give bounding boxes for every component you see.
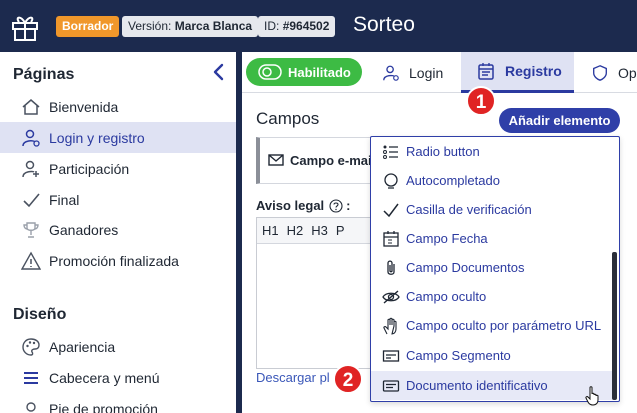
version-badge: Versión: Marca Blanca: [122, 16, 259, 37]
tab-label: Registro: [505, 63, 562, 79]
sidebar-item-cabecera-y-menu[interactable]: Cabecera y menú: [0, 362, 236, 393]
enabled-label: Habilitado: [288, 64, 351, 80]
status-badge: Borrador: [56, 16, 120, 37]
sidebar-item-label: Login y registro: [49, 129, 145, 146]
envelope-icon: [268, 154, 284, 166]
paperclip-icon: [387, 259, 395, 275]
gift-icon[interactable]: [10, 12, 40, 42]
footer-icon: [26, 401, 36, 412]
sidebar-item-apariencia[interactable]: Apariencia: [0, 331, 236, 362]
sidebar-item-final[interactable]: Final: [0, 184, 236, 215]
add-element-dropdown: Radio button Autocompletado Casilla de v…: [370, 136, 620, 402]
dropdown-item-radio-button[interactable]: Radio button: [371, 137, 615, 166]
warning-icon: [21, 251, 41, 270]
dropdown-item-campo-documentos[interactable]: Campo Documentos: [371, 253, 615, 282]
email-field-card[interactable]: Campo e-mai: [256, 137, 386, 184]
callout-marker-1: 1: [466, 86, 496, 116]
eye-off-icon: [382, 289, 400, 304]
enabled-toggle[interactable]: Habilitado: [246, 58, 362, 86]
sidebar-item-label: Pie de promoción: [49, 400, 158, 413]
hand-icon: [383, 317, 397, 335]
user-login-icon: [383, 65, 399, 81]
paragraph-button[interactable]: P: [336, 223, 345, 238]
help-icon[interactable]: [329, 198, 343, 213]
download-link[interactable]: Descargar pl: [256, 370, 330, 385]
checkmark-icon: [383, 203, 399, 217]
menu-icon: [24, 371, 38, 384]
tab-label: Login: [409, 64, 444, 81]
page-title: Sorteo: [353, 13, 415, 36]
sidebar-item-label: Cabecera y menú: [49, 369, 160, 386]
speech-bubble-icon: [384, 172, 398, 189]
sidebar-item-login-y-registro[interactable]: Login y registro: [0, 122, 236, 153]
user-add-icon: [22, 160, 39, 177]
field-card-label: Campo e-mai: [290, 153, 372, 168]
dropdown-item-documento-identificativo[interactable]: Documento identificativo: [371, 371, 615, 400]
segment-icon: [382, 349, 400, 362]
sidebar-item-label: Bienvenida: [49, 98, 119, 115]
dropdown-item-campo-oculto-url[interactable]: Campo oculto por parámetro URL: [371, 311, 615, 340]
design-section-title: Diseño: [13, 306, 67, 323]
chevron-left-icon[interactable]: [210, 62, 228, 82]
tab-label: Op: [618, 64, 637, 81]
legal-notice-editor[interactable]: H1 H2 H3 P: [256, 217, 384, 369]
pages-section-title: Páginas: [13, 66, 75, 83]
id-card-icon: [382, 379, 400, 392]
sidebar-item-ganadores[interactable]: Ganadores: [0, 214, 236, 245]
sidebar-item-label: Final: [49, 191, 80, 208]
trophy-icon: [23, 221, 39, 238]
legal-notice-label: Aviso legal :: [256, 198, 351, 213]
sidebar-divider: [236, 52, 242, 413]
sidebar-item-promocion-finalizada[interactable]: Promoción finalizada: [0, 245, 236, 276]
sidebar-item-pie-de-promocion[interactable]: Pie de promoción: [0, 393, 236, 413]
heading-3-button[interactable]: H3: [311, 223, 328, 238]
sidebar-item-label: Ganadores: [49, 221, 119, 238]
palette-icon: [22, 337, 40, 356]
editor-toolbar: H1 H2 H3 P: [257, 218, 383, 244]
list-icon: [383, 145, 398, 159]
dropdown-item-autocompletado[interactable]: Autocompletado: [371, 166, 615, 195]
calendar-icon: [383, 230, 399, 247]
tab-login[interactable]: Login: [382, 52, 450, 93]
toggle-on-icon: [258, 64, 282, 80]
callout-marker-2: 2: [333, 364, 363, 394]
heading-1-button[interactable]: H1: [262, 223, 279, 238]
home-icon: [22, 98, 40, 115]
dropdown-scrollbar[interactable]: [612, 252, 617, 400]
shield-icon: [593, 64, 607, 81]
sidebar-item-participacion[interactable]: Participación: [0, 153, 236, 184]
hand-cursor-icon: [585, 386, 599, 406]
sidebar-item-bienvenida[interactable]: Bienvenida: [0, 91, 236, 122]
add-element-button[interactable]: Añadir elemento: [499, 108, 620, 133]
dropdown-item-campo-segmento[interactable]: Campo Segmento: [371, 341, 615, 370]
heading-2-button[interactable]: H2: [287, 223, 304, 238]
id-badge: ID: #964502: [258, 16, 336, 37]
fields-section-title: Campos: [256, 109, 320, 128]
sidebar-item-label: Promoción finalizada: [49, 252, 179, 269]
sidebar-item-label: Apariencia: [49, 338, 116, 355]
user-login-icon: [22, 129, 40, 147]
dropdown-item-casilla-verificacion[interactable]: Casilla de verificación: [371, 195, 615, 224]
sidebar-item-label: Participación: [49, 160, 130, 177]
dropdown-item-campo-oculto[interactable]: Campo oculto: [371, 282, 615, 311]
dropdown-item-campo-fecha[interactable]: Campo Fecha: [371, 224, 615, 253]
check-icon: [23, 192, 40, 207]
tab-options[interactable]: Op: [591, 52, 637, 93]
calendar-form-icon: [478, 63, 494, 80]
